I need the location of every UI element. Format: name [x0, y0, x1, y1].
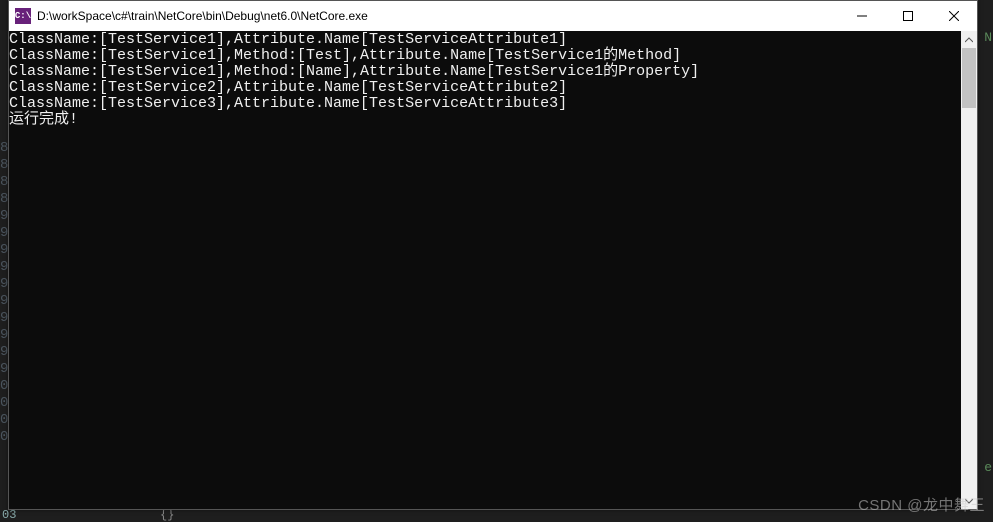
vertical-scrollbar[interactable] — [961, 31, 977, 509]
gutter-number: 8 — [0, 191, 8, 208]
console-body: ClassName:[TestService1],Attribute.Name[… — [9, 31, 977, 509]
gutter-number: 0 — [0, 378, 8, 395]
gutter-number: 0 — [0, 429, 8, 446]
console-line: ClassName:[TestService2],Attribute.Name[… — [9, 80, 977, 96]
minimize-button[interactable] — [839, 1, 885, 31]
background-right-edge: N e — [979, 0, 993, 519]
chevron-up-icon — [965, 37, 973, 43]
bg-hint: e — [984, 460, 992, 475]
gutter-number: 9 — [0, 276, 8, 293]
gutter-number: 9 — [0, 361, 8, 378]
bg-hint: N — [984, 30, 992, 45]
titlebar[interactable]: C:\ D:\workSpace\c#\train\NetCore\bin\De… — [9, 1, 977, 31]
window-controls — [839, 1, 977, 31]
maximize-button[interactable] — [885, 1, 931, 31]
app-icon: C:\ — [15, 8, 31, 24]
gutter-number: 9 — [0, 310, 8, 327]
scrollbar-thumb[interactable] — [962, 48, 976, 108]
console-line: 运行完成! — [9, 112, 977, 128]
gutter-number: 9 — [0, 242, 8, 259]
console-line: ClassName:[TestService1],Attribute.Name[… — [9, 32, 977, 48]
gutter-number: 9 — [0, 344, 8, 361]
window-title: D:\workSpace\c#\train\NetCore\bin\Debug\… — [37, 9, 839, 23]
gutter-number: 8 — [0, 157, 8, 174]
gutter-number: 9 — [0, 259, 8, 276]
gutter-number: 9 — [0, 327, 8, 344]
bg-fragment: 03 — [2, 508, 16, 522]
console-line: ClassName:[TestService1],Method:[Test],A… — [9, 48, 977, 64]
gutter-number: 9 — [0, 293, 8, 310]
gutter-number: 9 — [0, 208, 8, 225]
gutter-number: 0 — [0, 395, 8, 412]
console-output: ClassName:[TestService1],Attribute.Name[… — [9, 31, 977, 128]
console-line: ClassName:[TestService3],Attribute.Name[… — [9, 96, 977, 112]
close-icon — [949, 11, 959, 21]
gutter-number: 8 — [0, 174, 8, 191]
maximize-icon — [903, 11, 913, 21]
console-window: C:\ D:\workSpace\c#\train\NetCore\bin\De… — [8, 0, 978, 510]
bg-fragment: {} — [160, 508, 174, 522]
gutter-number: 9 — [0, 225, 8, 242]
minimize-icon — [857, 11, 867, 21]
scroll-up-button[interactable] — [961, 31, 977, 48]
watermark-text: CSDN @龙中舞王 — [858, 494, 985, 515]
background-bottom-strip: 03 {} — [0, 509, 993, 519]
console-line: ClassName:[TestService1],Method:[Name],A… — [9, 64, 977, 80]
close-button[interactable] — [931, 1, 977, 31]
editor-line-gutter: 888899999999990000 — [0, 0, 8, 519]
gutter-number: 0 — [0, 412, 8, 429]
scrollbar-track[interactable] — [961, 48, 977, 492]
gutter-number: 8 — [0, 140, 8, 157]
